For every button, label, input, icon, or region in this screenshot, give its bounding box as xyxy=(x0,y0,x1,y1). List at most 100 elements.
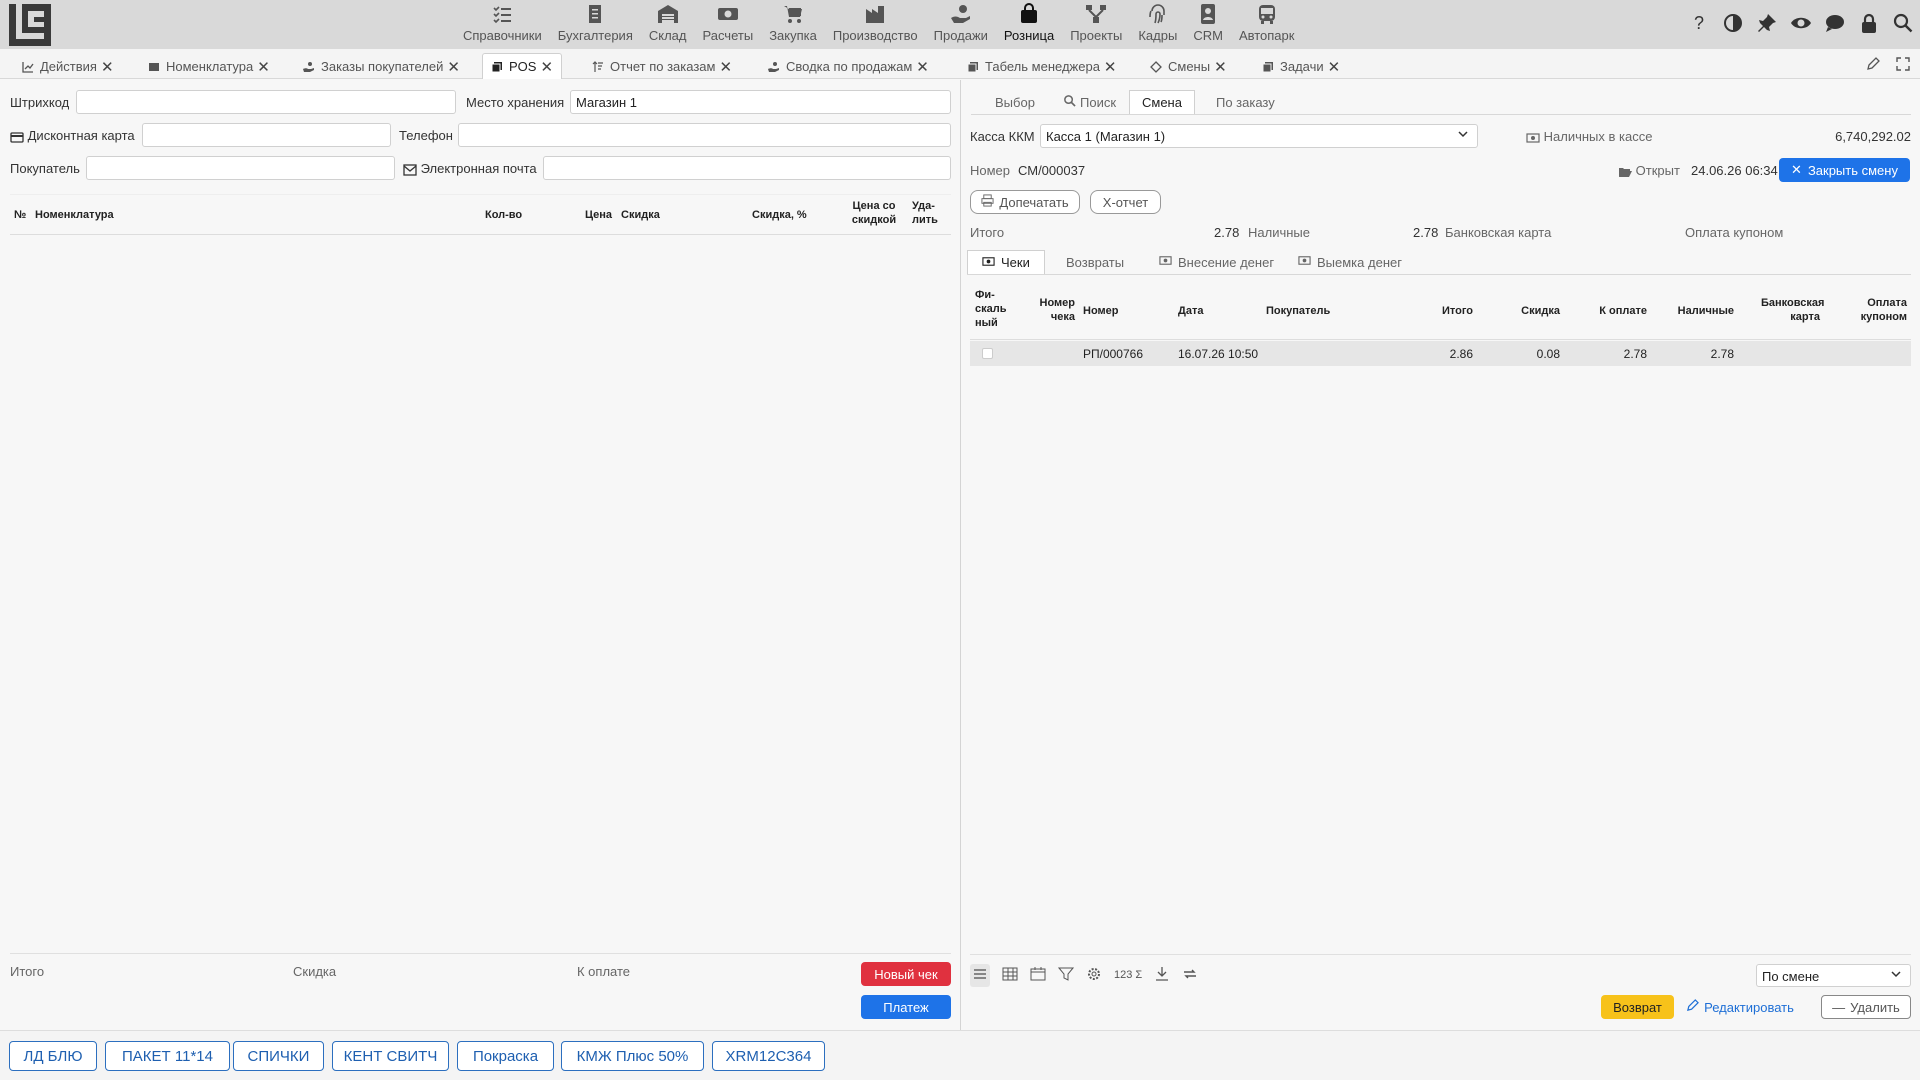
quick-item-button[interactable]: КЕНТ СВИТЧ xyxy=(332,1041,449,1071)
buyer-input[interactable] xyxy=(86,156,395,180)
col-coupon[interactable]: Оплата купоном xyxy=(1849,296,1907,324)
close-icon[interactable]: ✕ xyxy=(1104,58,1117,76)
doctab-cash-out[interactable]: Выемка денег xyxy=(1284,250,1416,274)
col-buyer[interactable]: Покупатель xyxy=(1266,304,1330,318)
help-icon[interactable]: ? xyxy=(1688,12,1710,34)
subtab-search[interactable]: Поиск xyxy=(1051,90,1128,114)
close-icon[interactable]: ✕ xyxy=(540,58,553,76)
close-icon[interactable]: ✕ xyxy=(916,58,929,76)
grid-view-icon[interactable] xyxy=(1002,966,1018,985)
x-report-button[interactable]: X-отчет xyxy=(1090,190,1161,214)
quick-item-button[interactable]: СПИЧКИ xyxy=(233,1041,324,1071)
delete-button[interactable]: — Удалить xyxy=(1821,995,1911,1019)
module-catalogs[interactable]: Справочники xyxy=(455,0,550,49)
close-icon[interactable]: ✕ xyxy=(719,58,732,76)
module-crm[interactable]: CRM xyxy=(1185,0,1231,49)
reprint-button[interactable]: Допечатать xyxy=(970,190,1080,214)
tab-actions[interactable]: Действия ✕ xyxy=(22,54,114,79)
quick-item-button[interactable]: XRM12C364 xyxy=(712,1041,825,1071)
col-date[interactable]: Дата xyxy=(1178,304,1203,318)
col-check-number[interactable]: Номер чека xyxy=(1033,296,1076,324)
tab-pos[interactable]: POS ✕ xyxy=(482,53,563,79)
download-icon[interactable] xyxy=(1154,966,1170,985)
tab-nomenclature[interactable]: Номенклатура ✕ xyxy=(148,54,270,79)
lock-icon[interactable] xyxy=(1858,12,1880,34)
tab-shifts[interactable]: Смены ✕ xyxy=(1150,54,1227,79)
close-icon[interactable]: ✕ xyxy=(257,58,270,76)
filter-icon[interactable] xyxy=(1057,966,1075,985)
close-icon[interactable]: ✕ xyxy=(101,58,114,76)
fiscal-checkbox[interactable] xyxy=(982,348,993,359)
module-accounting[interactable]: Бухгалтерия xyxy=(550,0,641,49)
col-discount[interactable]: Скидка xyxy=(621,208,660,222)
gear-icon[interactable] xyxy=(1086,966,1102,985)
email-input[interactable] xyxy=(543,156,951,180)
close-shift-button[interactable]: ✕ Закрыть смену xyxy=(1779,158,1910,182)
quick-item-button[interactable]: Покраска xyxy=(457,1041,554,1071)
pin-icon[interactable] xyxy=(1756,12,1778,34)
close-icon[interactable]: ✕ xyxy=(447,58,460,76)
quick-item-button[interactable]: ПАКЕТ 11*14 xyxy=(105,1041,230,1071)
tab-manager-timesheet[interactable]: Табель менеджера ✕ xyxy=(967,54,1117,79)
search-icon[interactable] xyxy=(1892,12,1914,34)
col-fiscal[interactable]: Фи-скаль ный xyxy=(975,288,1011,330)
expand-icon[interactable] xyxy=(1896,57,1910,74)
col-quantity[interactable]: Кол-во xyxy=(485,208,522,222)
tab-sales-summary[interactable]: Сводка по продажам ✕ xyxy=(768,54,929,79)
edit-button[interactable]: Редактировать xyxy=(1685,995,1795,1019)
pencil-icon[interactable] xyxy=(1866,57,1880,74)
close-icon[interactable]: ✕ xyxy=(1328,58,1341,76)
close-icon[interactable]: ✕ xyxy=(1214,58,1227,76)
discount-card-input[interactable] xyxy=(142,123,391,147)
doctab-checks[interactable]: Чеки xyxy=(967,250,1045,274)
quick-item-button[interactable]: ЛД БЛЮ xyxy=(9,1041,97,1071)
col-nomenclature[interactable]: Номенклатура xyxy=(35,208,114,222)
return-button[interactable]: Возврат xyxy=(1601,995,1674,1019)
module-production[interactable]: Производство xyxy=(825,0,926,49)
contrast-icon[interactable] xyxy=(1722,12,1744,34)
payment-button[interactable]: Платеж xyxy=(861,995,951,1019)
cell-date: 16.07.26 10:50 xyxy=(1178,347,1259,361)
subtab-select[interactable]: Выбор xyxy=(983,90,1047,114)
module-fleet[interactable]: Автопарк xyxy=(1231,0,1303,49)
col-discount[interactable]: Скидка xyxy=(1516,304,1560,318)
eye-icon[interactable] xyxy=(1790,12,1812,34)
storage-input[interactable]: Магазин 1 xyxy=(570,90,951,114)
col-discount-percent[interactable]: Скидка, % xyxy=(752,208,807,222)
module-sales[interactable]: Продажи xyxy=(926,0,996,49)
list-view-icon[interactable] xyxy=(970,963,990,987)
kkm-select[interactable]: Касса 1 (Магазин 1) xyxy=(1040,124,1478,148)
numeric-sum-icon[interactable]: 123 Σ xyxy=(1114,969,1142,981)
barcode-input[interactable] xyxy=(76,90,456,114)
phone-input[interactable] xyxy=(458,123,951,147)
refresh-icon[interactable] xyxy=(1182,966,1198,985)
module-projects[interactable]: Проекты xyxy=(1062,0,1130,49)
quick-item-button[interactable]: КМЖ Плюс 50% xyxy=(561,1041,704,1071)
doctab-cash-in[interactable]: Внесение денег xyxy=(1145,250,1288,274)
subtab-shift[interactable]: Смена xyxy=(1129,90,1195,114)
module-settlements[interactable]: Расчеты xyxy=(694,0,761,49)
subtab-by-order[interactable]: По заказу xyxy=(1204,90,1287,114)
tab-orders-report[interactable]: Отчет по заказам ✕ xyxy=(592,54,732,79)
col-price-with-discount[interactable]: Цена со скидкой xyxy=(849,199,899,227)
period-filter-select[interactable]: По смене xyxy=(1756,964,1911,987)
col-to-pay[interactable]: К оплате xyxy=(1591,304,1647,318)
module-warehouse[interactable]: Склад xyxy=(641,0,695,49)
search-icon xyxy=(1063,94,1080,110)
table-row[interactable]: РП/000766 16.07.26 10:50 2.86 0.08 2.78 2.78 xyxy=(970,341,1911,366)
col-cash[interactable]: Наличные xyxy=(1671,304,1734,318)
new-check-button[interactable]: Новый чек xyxy=(861,962,951,986)
col-price[interactable]: Цена xyxy=(585,208,612,222)
app-logo[interactable] xyxy=(9,4,51,46)
col-doc-number[interactable]: Номер xyxy=(1083,304,1119,318)
calendar-view-icon[interactable] xyxy=(1030,966,1046,985)
doctab-returns[interactable]: Возвраты xyxy=(1052,250,1138,274)
module-retail[interactable]: Розница xyxy=(996,0,1062,49)
tab-tasks[interactable]: Задачи ✕ xyxy=(1262,54,1340,79)
chat-icon[interactable] xyxy=(1824,12,1846,34)
module-purchase[interactable]: Закупка xyxy=(761,0,825,49)
col-card[interactable]: Банковская карта xyxy=(1761,296,1824,324)
tab-customer-orders[interactable]: Заказы покупателей ✕ xyxy=(303,54,460,79)
module-hr[interactable]: Кадры xyxy=(1130,0,1185,49)
col-total[interactable]: Итого xyxy=(1431,304,1473,318)
